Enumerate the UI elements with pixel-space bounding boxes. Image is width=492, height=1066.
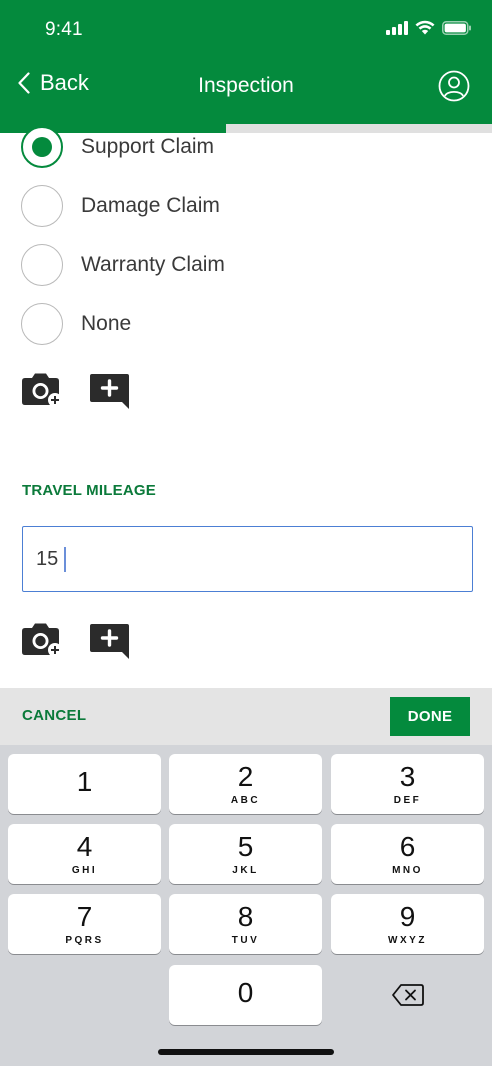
status-icons (386, 20, 472, 35)
key-digit: 0 (237, 977, 254, 1008)
radio-none[interactable]: None (21, 303, 131, 345)
battery-icon (442, 20, 471, 35)
radio-support-claim[interactable]: Support Claim (21, 126, 214, 168)
radio-dot (32, 137, 52, 157)
key-digit: 4 (76, 830, 93, 862)
travel-mileage-label: TRAVEL MILEAGE (22, 482, 156, 499)
add-photo-icon[interactable] (21, 622, 63, 658)
backspace-icon (391, 984, 424, 1006)
key-6[interactable]: 6 MNO (331, 824, 484, 884)
radio-button[interactable] (21, 185, 63, 227)
key-letters: JKL (232, 864, 259, 876)
text-caret (64, 546, 66, 572)
radio-label: Damage Claim (81, 194, 220, 217)
key-4[interactable]: 4 GHI (8, 824, 161, 884)
status-time: 9:41 (45, 19, 83, 40)
radio-damage-claim[interactable]: Damage Claim (21, 185, 220, 227)
radio-warranty-claim[interactable]: Warranty Claim (21, 244, 225, 286)
key-2[interactable]: 2 ABC (169, 754, 322, 814)
add-photo-icon[interactable] (21, 372, 63, 408)
key-digit: 5 (237, 830, 254, 862)
travel-mileage-value: 15 (36, 547, 59, 570)
page-title: Inspection (198, 74, 294, 97)
key-letters: GHI (71, 864, 98, 876)
key-0[interactable]: 0 (169, 965, 322, 1025)
key-5[interactable]: 5 JKL (169, 824, 322, 884)
key-9[interactable]: 9 WXYZ (331, 894, 484, 954)
add-comment-icon[interactable] (89, 370, 131, 410)
delete-key[interactable] (331, 965, 484, 1025)
key-digit: 2 (237, 760, 254, 792)
key-3[interactable]: 3 DEF (331, 754, 484, 814)
key-letters: MNO (392, 864, 423, 876)
key-8[interactable]: 8 TUV (169, 894, 322, 954)
radio-button[interactable] (21, 244, 63, 286)
key-digit: 3 (399, 760, 416, 792)
add-comment-icon[interactable] (89, 620, 131, 660)
mileage-actions (21, 620, 131, 660)
keyboard-toolbar: CANCEL DONE (0, 688, 492, 745)
wifi-icon (415, 20, 435, 35)
home-indicator (158, 1049, 334, 1055)
user-icon (438, 70, 470, 102)
radio-label: Warranty Claim (81, 253, 225, 276)
radio-button-selected[interactable] (21, 126, 63, 168)
profile-button[interactable] (438, 70, 470, 102)
key-digit: 1 (76, 766, 93, 797)
key-letters: PQRS (65, 934, 104, 946)
key-digit: 8 (237, 900, 254, 932)
signal-icon (386, 20, 408, 35)
radio-label: Support Claim (81, 135, 215, 158)
radio-label: None (81, 312, 132, 335)
key-letters: DEF (393, 794, 422, 806)
key-letters: TUV (231, 934, 260, 946)
key-letters: ABC (230, 794, 261, 806)
key-7[interactable]: 7 PQRS (8, 894, 161, 954)
travel-mileage-input[interactable]: 15 (22, 526, 473, 592)
key-1[interactable]: 1 (8, 754, 161, 814)
cancel-button[interactable]: CANCEL (22, 707, 86, 724)
radio-button[interactable] (21, 303, 63, 345)
key-letters: WXYZ (388, 934, 427, 946)
done-button[interactable]: DONE (390, 697, 470, 736)
numeric-keypad: 1 2 ABC 3 DEF 4 GHI 5 JKL 6 MNO 7 PQRS 8… (0, 745, 492, 1066)
claim-actions (21, 370, 131, 410)
key-digit: 9 (399, 900, 416, 932)
key-digit: 7 (76, 900, 93, 932)
key-digit: 6 (399, 830, 416, 862)
app-header: 9:41 Back Inspection (0, 0, 492, 124)
